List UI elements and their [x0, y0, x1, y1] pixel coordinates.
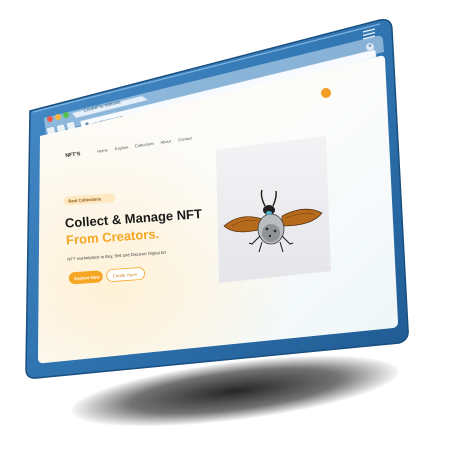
decorative-dot — [321, 88, 331, 98]
maximize-dot-icon[interactable] — [63, 112, 69, 118]
close-dot-icon[interactable] — [47, 116, 53, 122]
minimize-dot-icon[interactable] — [55, 114, 61, 120]
scene: CoolNFTs Website yourdomain.com NFT’S Ho… — [0, 0, 450, 450]
browser-mockup: CoolNFTs Website yourdomain.com NFT’S Ho… — [25, 18, 409, 379]
